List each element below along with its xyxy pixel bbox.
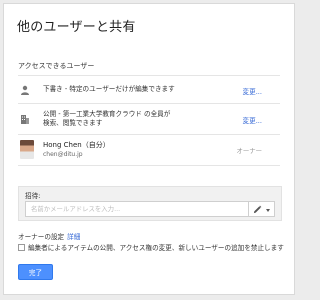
building-icon <box>21 115 29 124</box>
permission-dropdown[interactable] <box>248 201 275 217</box>
access-list: 下書き - 特定のユーザーだけが編集できます 変更... 公開 - 第一工業大学… <box>18 75 280 166</box>
invite-input[interactable] <box>25 201 251 217</box>
share-dialog: 他のユーザーと共有 アクセスできるユーザー 下書き - 特定のユーザーだけが編集… <box>3 3 295 295</box>
access-row-draft: 下書き - 特定のユーザーだけが編集できます 変更... <box>18 76 280 104</box>
dialog-title: 他のユーザーと共有 <box>17 20 136 35</box>
details-link[interactable]: 詳細 <box>67 233 80 241</box>
access-row-text: 下書き - 特定のユーザーだけが編集できます <box>43 85 175 93</box>
pencil-icon <box>253 205 262 214</box>
access-row-text: 公開 - 第一工業大学教育クラウド の全員が 検索、閲覧できます <box>43 110 170 128</box>
person-icon <box>21 85 29 95</box>
owner-name: Hong Chen（自分） <box>43 141 110 149</box>
invite-section: 招待: <box>18 186 282 221</box>
restrict-option: 編集者によるアイテムの公開、アクセス権の変更、新しいユーザーの追加を禁止します <box>18 242 284 252</box>
owner-role-label: オーナー <box>236 147 262 155</box>
restrict-checkbox[interactable] <box>18 244 25 251</box>
chevron-down-icon <box>266 209 270 212</box>
change-link[interactable]: 変更... <box>243 86 262 96</box>
avatar <box>20 140 34 159</box>
access-row-public: 公開 - 第一工業大学教育クラウド の全員が 検索、閲覧できます 変更... <box>18 104 280 135</box>
owner-settings: オーナーの設定 詳細 <box>18 231 80 241</box>
invite-label: 招待: <box>25 192 41 200</box>
access-section-label: アクセスできるユーザー <box>18 62 95 70</box>
access-row-owner: Hong Chen（自分） chen@ditu.jp オーナー <box>18 135 280 166</box>
restrict-label: 編集者によるアイテムの公開、アクセス権の変更、新しいユーザーの追加を禁止します <box>28 244 284 252</box>
access-row-text-line1: 公開 - 第一工業大学教育クラウド の全員が <box>43 110 171 118</box>
done-button[interactable]: 完了 <box>18 264 53 280</box>
owner-email: chen@ditu.jp <box>43 151 83 158</box>
change-link[interactable]: 変更... <box>243 115 262 125</box>
access-row-text-line2: 検索、閲覧できます <box>43 119 103 127</box>
owner-settings-label: オーナーの設定 <box>18 233 65 241</box>
